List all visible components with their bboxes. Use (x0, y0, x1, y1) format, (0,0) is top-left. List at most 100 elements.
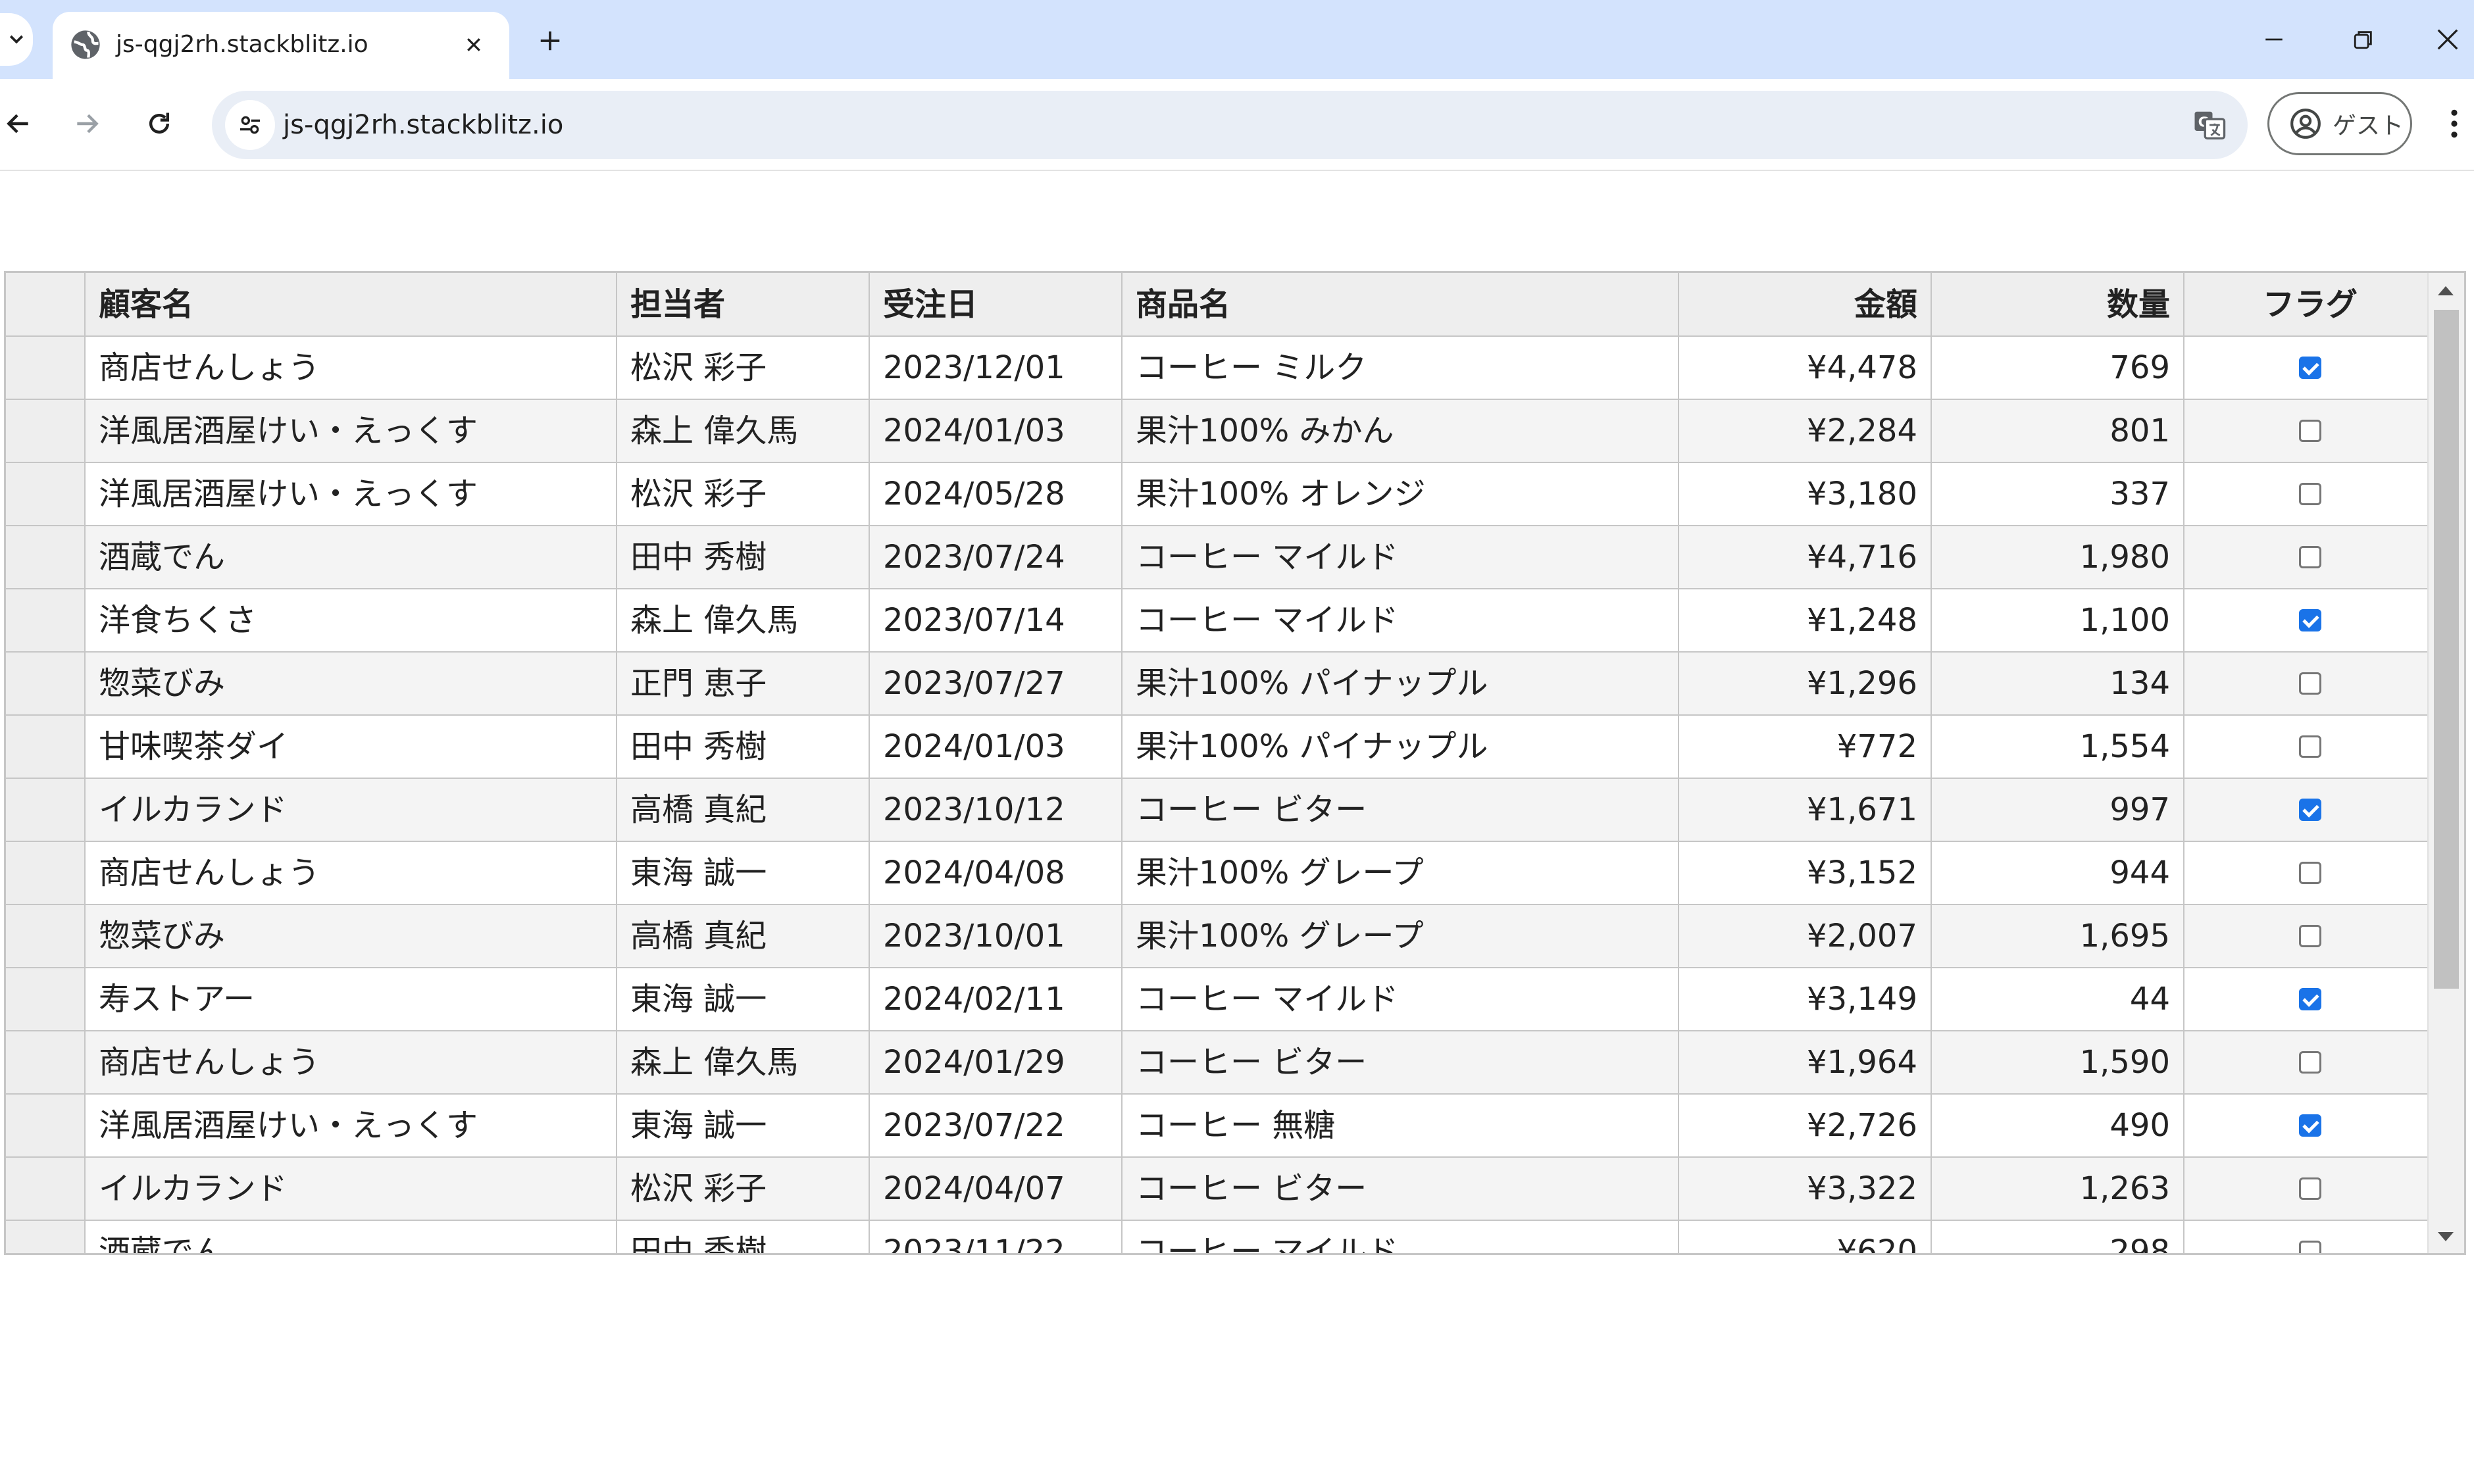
cell-staff[interactable]: 松沢 彩子 (617, 462, 870, 526)
browser-tab[interactable]: js-qgj2rh.stackblitz.io (53, 12, 509, 79)
address-bar[interactable]: js-qgj2rh.stackblitz.io G (212, 91, 2248, 159)
flag-checkbox[interactable] (2299, 357, 2321, 379)
cell-customer[interactable]: イルカランド (85, 778, 617, 842)
cell-flag[interactable] (2184, 968, 2437, 1031)
table-row[interactable]: 洋食ちくさ 森上 偉久馬 2023/07/14 コーヒー マイルド ¥1,248 1,10… (6, 589, 2437, 653)
site-info-button[interactable] (225, 100, 275, 150)
back-button[interactable] (0, 96, 46, 151)
table-row[interactable]: 商店せんしょう 東海 誠一 2024/04/08 果汁100% グレープ ¥3,152 9… (6, 841, 2437, 905)
cell-amount[interactable]: ¥2,007 (1679, 904, 1932, 968)
row-header-cell[interactable] (6, 715, 86, 779)
cell-amount[interactable]: ¥2,726 (1679, 1094, 1932, 1158)
flag-checkbox[interactable] (2299, 862, 2321, 884)
cell-product[interactable]: 果汁100% みかん (1122, 399, 1679, 463)
cell-order-date[interactable]: 2023/07/24 (869, 526, 1123, 589)
row-header-cell[interactable] (6, 1094, 86, 1158)
row-header-cell[interactable] (6, 336, 86, 400)
restore-button[interactable] (2331, 13, 2396, 66)
cell-flag[interactable] (2184, 841, 2437, 905)
row-header-cell[interactable] (6, 462, 86, 526)
cell-amount[interactable]: ¥4,716 (1679, 526, 1932, 589)
cell-quantity[interactable]: 1,263 (1931, 1157, 2184, 1221)
cell-flag[interactable] (2184, 778, 2437, 842)
vertical-scrollbar[interactable] (2427, 273, 2464, 1253)
flag-checkbox[interactable] (2299, 1114, 2321, 1137)
row-header-cell[interactable] (6, 904, 86, 968)
cell-product[interactable]: 果汁100% グレープ (1122, 904, 1679, 968)
scrollbar-thumb[interactable] (2434, 310, 2459, 989)
cell-flag[interactable] (2184, 715, 2437, 779)
cell-quantity[interactable]: 801 (1931, 399, 2184, 463)
row-header-cell[interactable] (6, 526, 86, 589)
cell-customer[interactable]: 洋風居酒屋けい・えっくす (85, 1094, 617, 1158)
cell-product[interactable]: コーヒー ビター (1122, 778, 1679, 842)
cell-customer[interactable]: 商店せんしょう (85, 336, 617, 400)
cell-customer[interactable]: 酒蔵でん (85, 1220, 617, 1253)
cell-order-date[interactable]: 2023/12/01 (869, 336, 1123, 400)
cell-order-date[interactable]: 2023/07/14 (869, 589, 1123, 653)
cell-quantity[interactable]: 1,695 (1931, 904, 2184, 968)
cell-amount[interactable]: ¥2,284 (1679, 399, 1932, 463)
cell-flag[interactable] (2184, 526, 2437, 589)
forward-button[interactable] (59, 96, 114, 151)
cell-order-date[interactable]: 2024/04/08 (869, 841, 1123, 905)
cell-amount[interactable]: ¥620 (1679, 1220, 1932, 1253)
cell-flag[interactable] (2184, 1220, 2437, 1253)
cell-staff[interactable]: 田中 秀樹 (617, 1220, 870, 1253)
cell-quantity[interactable]: 1,554 (1931, 715, 2184, 779)
row-header-cell[interactable] (6, 1220, 86, 1253)
cell-staff[interactable]: 田中 秀樹 (617, 715, 870, 779)
flag-checkbox[interactable] (2299, 1051, 2321, 1074)
cell-amount[interactable]: ¥3,180 (1679, 462, 1932, 526)
cell-order-date[interactable]: 2024/01/29 (869, 1031, 1123, 1095)
flag-checkbox[interactable] (2299, 420, 2321, 442)
cell-amount[interactable]: ¥1,671 (1679, 778, 1932, 842)
minimize-button[interactable] (2241, 13, 2307, 66)
cell-order-date[interactable]: 2024/01/03 (869, 715, 1123, 779)
translate-button[interactable]: G (2186, 101, 2233, 149)
cell-product[interactable]: 果汁100% グレープ (1122, 841, 1679, 905)
table-row[interactable]: イルカランド 松沢 彩子 2024/04/07 コーヒー ビター ¥3,322 1,263 (6, 1157, 2437, 1221)
cell-quantity[interactable]: 298 (1931, 1220, 2184, 1253)
cell-product[interactable]: コーヒー マイルド (1122, 526, 1679, 589)
table-row[interactable]: 酒蔵でん 田中 秀樹 2023/11/22 コーヒー マイルド ¥620 298 (6, 1220, 2437, 1253)
cell-order-date[interactable]: 2024/02/11 (869, 968, 1123, 1031)
cell-amount[interactable]: ¥3,152 (1679, 841, 1932, 905)
cell-order-date[interactable]: 2024/01/03 (869, 399, 1123, 463)
flag-checkbox[interactable] (2299, 925, 2321, 947)
cell-order-date[interactable]: 2023/10/01 (869, 904, 1123, 968)
table-row[interactable]: 商店せんしょう 森上 偉久馬 2024/01/29 コーヒー ビター ¥1,964 1,5… (6, 1031, 2437, 1095)
cell-staff[interactable]: 森上 偉久馬 (617, 399, 870, 463)
cell-staff[interactable]: 森上 偉久馬 (617, 1031, 870, 1095)
cell-amount[interactable]: ¥772 (1679, 715, 1932, 779)
table-row[interactable]: 酒蔵でん 田中 秀樹 2023/07/24 コーヒー マイルド ¥4,716 1,980 (6, 526, 2437, 589)
cell-staff[interactable]: 森上 偉久馬 (617, 589, 870, 653)
tab-search-button[interactable] (0, 13, 33, 66)
table-row[interactable]: 寿ストアー 東海 誠一 2024/02/11 コーヒー マイルド ¥3,149 44 (6, 968, 2437, 1031)
cell-staff[interactable]: 東海 誠一 (617, 841, 870, 905)
cell-staff[interactable]: 東海 誠一 (617, 968, 870, 1031)
flag-checkbox[interactable] (2299, 735, 2321, 758)
row-header-cell[interactable] (6, 778, 86, 842)
flag-checkbox[interactable] (2299, 988, 2321, 1010)
table-row[interactable]: 惣菜びみ 正門 恵子 2023/07/27 果汁100% パイナップル ¥1,296 13… (6, 652, 2437, 716)
column-header-flag[interactable]: フラグ (2184, 273, 2437, 337)
table-row[interactable]: 洋風居酒屋けい・えっくす 森上 偉久馬 2024/01/03 果汁100% みかん ¥2… (6, 399, 2437, 463)
cell-customer[interactable]: 惣菜びみ (85, 904, 617, 968)
cell-customer[interactable]: 酒蔵でん (85, 526, 617, 589)
cell-customer[interactable]: 洋食ちくさ (85, 589, 617, 653)
cell-customer[interactable]: 商店せんしょう (85, 1031, 617, 1095)
flag-checkbox[interactable] (2299, 672, 2321, 695)
cell-order-date[interactable]: 2023/07/22 (869, 1094, 1123, 1158)
profile-button[interactable]: ゲスト (2267, 92, 2412, 155)
cell-customer[interactable]: 商店せんしょう (85, 841, 617, 905)
table-row[interactable]: 洋風居酒屋けい・えっくす 東海 誠一 2023/07/22 コーヒー 無糖 ¥2,726… (6, 1094, 2437, 1158)
cell-product[interactable]: コーヒー ビター (1122, 1031, 1679, 1095)
table-row[interactable]: 惣菜びみ 高橋 真紀 2023/10/01 果汁100% グレープ ¥2,007 1,69… (6, 904, 2437, 968)
cell-order-date[interactable]: 2024/05/28 (869, 462, 1123, 526)
table-row[interactable]: 甘味喫茶ダイ 田中 秀樹 2024/01/03 果汁100% パイナップル ¥772 1,… (6, 715, 2437, 779)
column-header-staff[interactable]: 担当者 (617, 273, 870, 337)
browser-menu-button[interactable] (2435, 97, 2474, 150)
cell-staff[interactable]: 高橋 真紀 (617, 778, 870, 842)
cell-quantity[interactable]: 490 (1931, 1094, 2184, 1158)
